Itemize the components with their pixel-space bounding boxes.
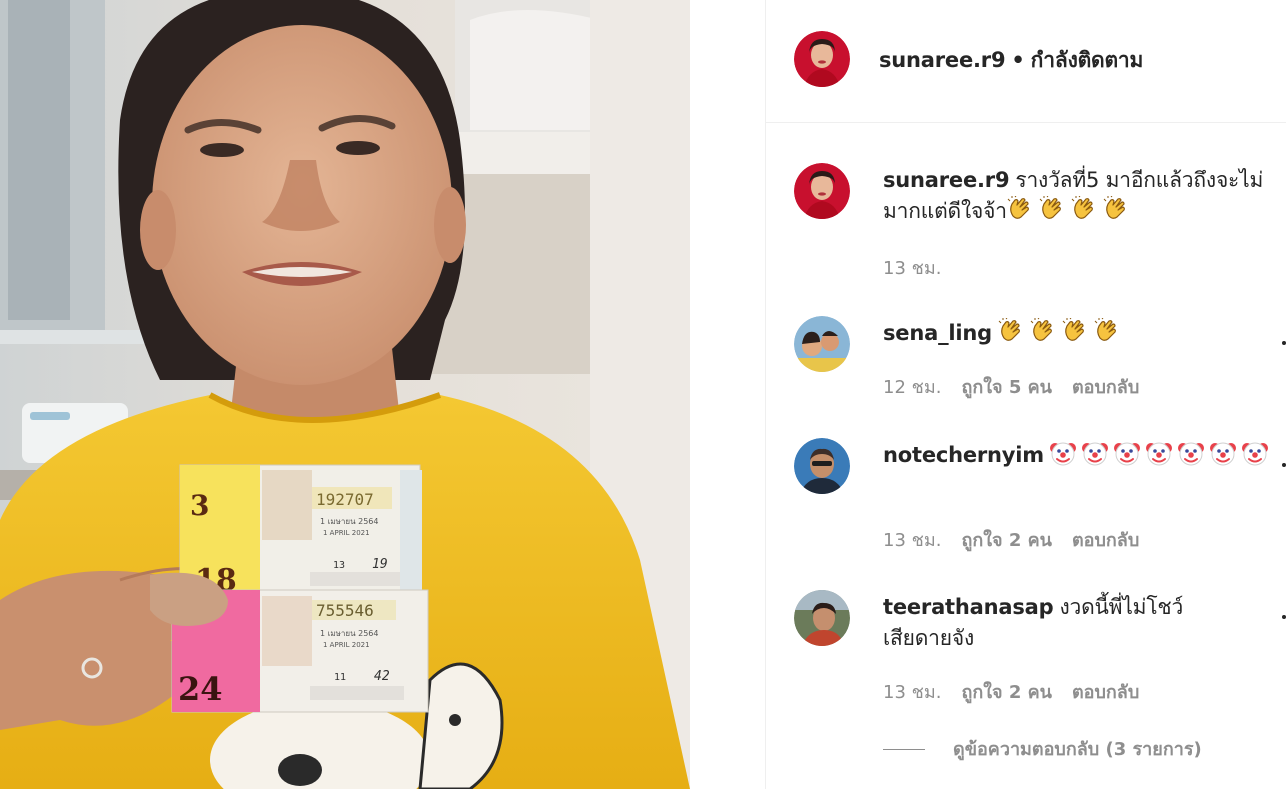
clown-icon <box>1145 440 1172 466</box>
svg-text:1 APRIL 2021: 1 APRIL 2021 <box>323 641 370 649</box>
svg-text:3: 3 <box>190 489 209 522</box>
svg-text:1 APRIL 2021: 1 APRIL 2021 <box>323 529 370 537</box>
svg-text:19: 19 <box>372 557 388 572</box>
clap-icon <box>998 317 1024 344</box>
post-media[interactable]: 192707 18 3 19 13 1 เมษายน 2564 1 APRIL … <box>0 0 690 789</box>
comment-time[interactable]: 12 ชม. <box>883 377 941 398</box>
following-button[interactable]: กำลังติดตาม <box>1031 48 1144 72</box>
comment-username[interactable]: teerathanasap <box>883 595 1054 619</box>
caption-emoji <box>1007 195 1135 223</box>
clap-icon <box>1039 195 1065 222</box>
replies-line <box>883 749 925 750</box>
header-dot: • <box>1011 48 1025 72</box>
comment-meta: 13 ชม. ถูกใจ 2 คน ตอบกลับ <box>883 525 1159 554</box>
comment-time[interactable]: 13 ชม. <box>883 530 941 551</box>
caption-time[interactable]: 13 ชม. <box>883 258 941 279</box>
comment-options-icon[interactable] <box>1282 463 1286 467</box>
clown-icon <box>1241 440 1268 466</box>
clap-icon <box>1103 195 1129 222</box>
comment-emoji <box>1049 440 1274 467</box>
comment-options-icon[interactable] <box>1282 615 1286 619</box>
post-photo: 192707 18 3 19 13 1 เมษายน 2564 1 APRIL … <box>0 0 690 789</box>
svg-text:11: 11 <box>334 672 346 683</box>
author-avatar[interactable] <box>794 31 850 87</box>
comment-text: teerathanasap งวดนี้พี่ไม่โชว์ เสียดายจัง <box>883 595 1184 650</box>
comment-text: sena_ling <box>883 317 1283 349</box>
clap-icon <box>1030 317 1056 344</box>
clap-icon <box>1094 317 1120 344</box>
view-replies-row[interactable]: ดูข้อความตอบกลับ (3 รายการ) <box>883 734 1283 764</box>
reply-button[interactable]: ตอบกลับ <box>1072 530 1139 551</box>
comment-likes[interactable]: ถูกใจ 2 คน <box>961 530 1052 551</box>
caption-meta: 13 ชม. <box>883 253 961 282</box>
comment-emoji <box>998 317 1126 345</box>
view-replies-button[interactable]: ดูข้อความตอบกลับ (3 รายการ) <box>953 734 1202 763</box>
reply-button[interactable]: ตอบกลับ <box>1072 377 1139 398</box>
commenter-avatar[interactable] <box>794 438 850 494</box>
clap-icon <box>1007 195 1033 222</box>
media-gap <box>690 0 766 789</box>
svg-text:42: 42 <box>374 669 390 684</box>
clap-icon <box>1062 317 1088 344</box>
clown-icon <box>1049 440 1076 466</box>
caption-username[interactable]: sunaree.r9 <box>883 168 1010 192</box>
svg-text:13: 13 <box>333 560 345 571</box>
caption-avatar[interactable] <box>794 163 850 219</box>
comment-time[interactable]: 13 ชม. <box>883 682 941 703</box>
comment-meta: 13 ชม. ถูกใจ 2 คน ตอบกลับ <box>883 677 1159 706</box>
svg-text:24: 24 <box>178 670 223 708</box>
lottery-ticket-top: 192707 18 3 19 13 1 เมษายน 2564 1 APRIL … <box>179 464 422 598</box>
svg-text:192707: 192707 <box>316 490 374 509</box>
caption-text: sunaree.r9 รางวัลที่5 มาอีกแล้วถึงจะไม่มา… <box>883 165 1283 227</box>
svg-text:755546: 755546 <box>316 601 374 620</box>
commenter-avatar[interactable] <box>794 590 850 646</box>
clown-icon <box>1209 440 1236 466</box>
comment-username[interactable]: sena_ling <box>883 321 992 345</box>
comment-meta: 12 ชม. ถูกใจ 5 คน ตอบกลับ <box>883 372 1159 401</box>
comment-username[interactable]: notechernyim <box>883 443 1044 467</box>
svg-text:1 เมษายน 2564: 1 เมษายน 2564 <box>320 629 378 638</box>
clown-icon <box>1113 440 1140 466</box>
header-author-line: sunaree.r9 • กำลังติดตาม <box>879 44 1143 77</box>
comments-panel: sunaree.r9 • กำลังติดตาม sunaree.r9 รางวัลท… <box>766 0 1286 789</box>
comment-likes[interactable]: ถูกใจ 2 คน <box>961 682 1052 703</box>
comment-options-icon[interactable] <box>1282 341 1286 345</box>
header-username[interactable]: sunaree.r9 <box>879 48 1006 72</box>
commenter-avatar[interactable] <box>794 316 850 372</box>
comment-text: notechernyim <box>883 440 1283 471</box>
svg-text:1 เมษายน 2564: 1 เมษายน 2564 <box>320 517 378 526</box>
clown-icon <box>1177 440 1204 466</box>
clown-icon <box>1081 440 1108 466</box>
reply-button[interactable]: ตอบกลับ <box>1072 682 1139 703</box>
clap-icon <box>1071 195 1097 222</box>
comment-likes[interactable]: ถูกใจ 5 คน <box>961 377 1052 398</box>
post-header: sunaree.r9 • กำลังติดตาม <box>766 0 1286 123</box>
